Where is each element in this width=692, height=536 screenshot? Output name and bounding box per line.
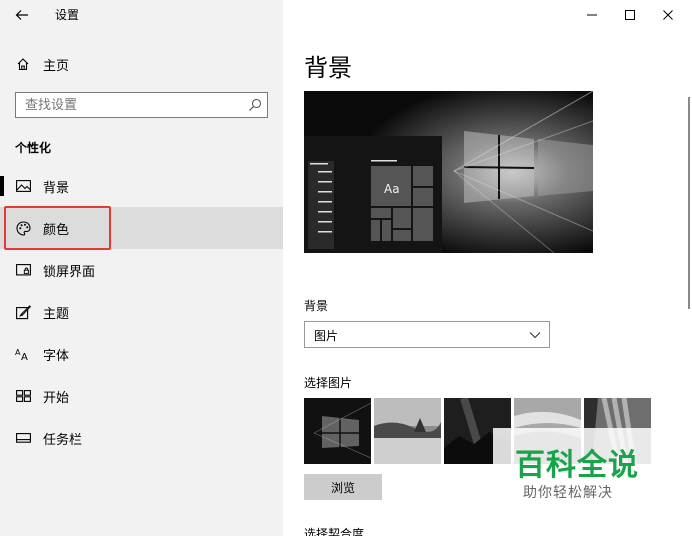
sidebar-item-lock-screen[interactable]: 锁屏界面 (0, 249, 283, 291)
theme-brush-icon (15, 304, 31, 320)
font-icon: AA (15, 346, 31, 362)
section-title: 个性化 (15, 141, 52, 155)
taskbar-icon (15, 430, 31, 446)
browse-button[interactable]: 浏览 (304, 474, 382, 500)
sidebar-item-background[interactable]: 背景 (0, 165, 283, 207)
sidebar-item-fonts[interactable]: AA 字体 (0, 333, 283, 375)
minimize-icon (587, 14, 597, 16)
close-icon (663, 10, 673, 20)
sidebar-nav: 背景 颜色 锁屏界面 主题 A A 字体 开始 任务栏 (0, 165, 283, 459)
watermark-subtitle: 助你轻松解决 (523, 485, 613, 501)
sidebar-item-color[interactable]: 颜色 (0, 207, 283, 249)
sidebar-item-home[interactable]: 主页 (0, 52, 283, 76)
preview-tile-text: Aa (384, 182, 400, 196)
sidebar-item-label: 背景 (43, 181, 70, 196)
background-label: 背景 (304, 299, 329, 313)
sidebar-item-label: 开始 (43, 391, 70, 406)
close-button[interactable] (650, 0, 686, 30)
sidebar-item-taskbar[interactable]: 任务栏 (0, 417, 283, 459)
background-dropdown-value: 图片 (314, 329, 339, 343)
choose-picture-label: 选择图片 (304, 376, 353, 390)
sidebar-item-label: 主题 (43, 307, 70, 322)
minimize-button[interactable] (574, 0, 610, 30)
back-arrow-icon (15, 10, 28, 20)
back-button[interactable] (12, 5, 32, 25)
search-icon[interactable] (248, 98, 262, 112)
picture-icon (15, 178, 31, 194)
home-icon (15, 56, 31, 72)
picture-thumbnail[interactable] (374, 398, 441, 464)
maximize-icon (625, 10, 635, 20)
sidebar-item-label: 颜色 (43, 223, 70, 238)
watermark-title: 百科全说 (515, 448, 639, 483)
watermark: 百科全说 助你轻松解决 (493, 428, 663, 508)
sidebar: 设置 主页 个性化 背景 (0, 0, 283, 536)
sidebar-item-label: 锁屏界面 (43, 265, 96, 280)
chevron-down-icon (529, 332, 541, 339)
page-title: 背景 (304, 54, 352, 82)
scrollbar-thumb[interactable] (688, 97, 690, 309)
sidebar-item-label: 字体 (43, 349, 70, 364)
desktop-preview: Aa (304, 91, 593, 253)
sidebar-item-label: 主页 (43, 59, 70, 74)
sidebar-item-themes[interactable]: 主题 (0, 291, 283, 333)
app-title: 设置 (55, 8, 80, 22)
palette-icon (15, 220, 31, 236)
maximize-button[interactable] (612, 0, 648, 30)
start-layout-icon (15, 388, 31, 404)
sidebar-item-start[interactable]: 开始 (0, 375, 283, 417)
picture-thumbnail[interactable] (304, 398, 371, 464)
lock-screen-icon (15, 262, 31, 278)
settings-window: 设置 主页 个性化 背景 (0, 0, 692, 536)
selection-indicator (0, 176, 4, 196)
svg-text:A: A (21, 352, 28, 361)
search-box (15, 92, 268, 118)
choose-fit-label: 选择契合度 (304, 527, 365, 536)
search-input[interactable] (16, 93, 241, 117)
background-dropdown[interactable]: 图片 (304, 321, 550, 348)
sidebar-item-label: 任务栏 (43, 433, 83, 448)
